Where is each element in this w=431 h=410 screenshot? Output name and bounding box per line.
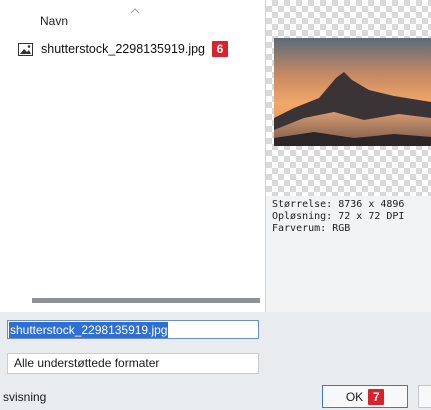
info-resolution: Opløsning: 72 x 72 DPI (272, 211, 405, 222)
info-size: Størrelse: 8736 x 4896 (272, 199, 405, 210)
step-badge: 6 (212, 41, 229, 57)
column-header-name[interactable]: Navn (40, 14, 68, 28)
filename-field[interactable]: shutterstock_2298135919.jpg (7, 320, 259, 339)
ok-button[interactable]: OK 7 (322, 385, 408, 408)
transparency-checkerboard (266, 0, 431, 196)
file-format-select[interactable]: Alle understøttede formater (7, 353, 259, 374)
file-name: shutterstock_2298135919.jpg (41, 42, 206, 56)
step-badge: 7 (368, 388, 385, 405)
image-thumbnail (274, 38, 431, 146)
image-file-icon (18, 42, 33, 56)
preview-pane: Størrelse: 8736 x 4896 Opløsning: 72 x 7… (266, 0, 431, 312)
image-info: Størrelse: 8736 x 4896 Opløsning: 72 x 7… (272, 199, 404, 235)
filename-value[interactable]: shutterstock_2298135919.jpg (9, 322, 169, 338)
info-colorspace: Farverum: RGB (272, 223, 351, 234)
horizontal-scrollbar[interactable] (32, 298, 260, 303)
preview-checkbox-label[interactable]: svisning (3, 390, 46, 404)
file-list-item[interactable]: shutterstock_2298135919.jpg 6 (18, 40, 229, 58)
cancel-button[interactable] (418, 385, 431, 408)
ok-button-label: OK (345, 389, 364, 404)
file-list-pane[interactable]: Navn shutterstock_2298135919.jpg 6 (0, 0, 266, 312)
sort-chevron-icon (130, 8, 140, 14)
